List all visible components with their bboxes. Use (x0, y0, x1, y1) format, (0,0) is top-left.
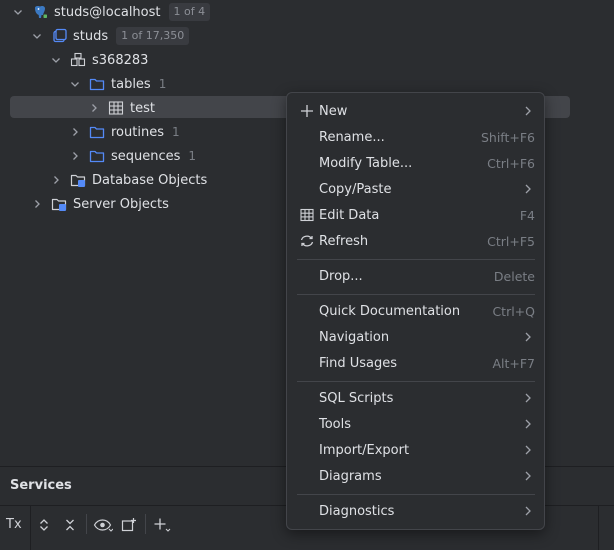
menu-item-label: Diagnostics (319, 503, 395, 519)
submenu-arrow-icon (523, 393, 533, 403)
menu-item-find-usages[interactable]: Find Usages Alt+F7 (295, 351, 537, 375)
collapse-all-icon[interactable] (60, 515, 80, 535)
node-count: 1 (171, 125, 180, 139)
tree-node-label: s368283 (92, 52, 149, 68)
tree-node-label: Server Objects (73, 196, 169, 212)
chevron-down-icon[interactable] (31, 30, 43, 42)
menu-item-label: Quick Documentation (319, 303, 461, 319)
toolbar-divider (30, 506, 31, 550)
menu-item-label: Rename... (319, 129, 385, 145)
tree-node-label: Database Objects (92, 172, 208, 188)
refresh-icon (299, 233, 315, 249)
menu-item-tools[interactable]: Tools (295, 412, 537, 436)
schema-icon (70, 52, 86, 68)
chevron-right-icon[interactable] (50, 174, 62, 186)
database-objects-folder-icon (70, 172, 86, 188)
chevron-down-icon[interactable] (69, 78, 81, 90)
folder-icon (89, 124, 105, 140)
database-icon (51, 28, 67, 44)
tree-node-database[interactable]: studs 1 of 17,350 (0, 24, 614, 48)
menu-separator (297, 381, 535, 382)
plus-icon (299, 103, 315, 119)
menu-item-label: Edit Data (319, 207, 380, 223)
submenu-arrow-icon (523, 471, 533, 481)
menu-item-label: New (319, 103, 348, 119)
menu-item-drop[interactable]: Drop... Delete (295, 264, 537, 288)
chevron-right-icon[interactable] (69, 126, 81, 138)
tree-node-label: studs (73, 28, 109, 44)
menu-item-label: Refresh (319, 233, 369, 249)
node-count: 1 (188, 149, 197, 163)
menu-item-label: Diagrams (319, 468, 382, 484)
postgresql-icon (32, 4, 48, 20)
tree-node-label: studs@localhost (54, 4, 161, 20)
tree-node-datasource[interactable]: studs@localhost 1 of 4 (0, 0, 614, 24)
menu-item-rename[interactable]: Rename... Shift+F6 (295, 125, 537, 149)
services-title: Services (10, 478, 72, 493)
tree-node-label: tables (111, 76, 151, 92)
chevron-right-icon[interactable] (69, 150, 81, 162)
menu-item-label: Modify Table... (319, 155, 413, 171)
menu-item-label: Copy/Paste (319, 181, 392, 197)
tree-node-label: sequences (111, 148, 181, 164)
expand-all-icon[interactable] (34, 515, 54, 535)
menu-item-shortcut: Ctrl+F6 (487, 155, 535, 171)
menu-item-copy-paste[interactable]: Copy/Paste (295, 177, 537, 201)
menu-item-shortcut: F4 (519, 207, 535, 223)
tree-node-label: test (130, 100, 155, 116)
menu-item-label: Find Usages (319, 355, 398, 371)
submenu-arrow-icon (523, 419, 533, 429)
menu-separator (297, 494, 535, 495)
menu-item-edit-data[interactable]: Edit Data F4 (295, 203, 537, 227)
server-objects-folder-icon (51, 196, 67, 212)
submenu-arrow-icon (523, 332, 533, 342)
submenu-arrow-icon (523, 445, 533, 455)
menu-separator (297, 294, 535, 295)
menu-item-quick-documentation[interactable]: Quick Documentation Ctrl+Q (295, 299, 537, 323)
menu-item-shortcut: Alt+F7 (492, 355, 535, 371)
transaction-mode-button[interactable]: Tx (6, 517, 22, 532)
chevron-right-icon[interactable] (88, 102, 100, 114)
panel-divider (598, 505, 599, 550)
folder-icon (89, 148, 105, 164)
menu-item-refresh[interactable]: Refresh Ctrl+F5 (295, 229, 537, 253)
table-icon (299, 207, 315, 223)
menu-item-shortcut: Delete (493, 268, 535, 284)
tree-node-label: routines (111, 124, 164, 140)
folder-icon (89, 76, 105, 92)
view-options-eye-icon[interactable] (93, 515, 113, 535)
menu-item-label: Import/Export (319, 442, 410, 458)
menu-item-shortcut: Shift+F6 (480, 129, 535, 145)
menu-item-diagnostics[interactable]: Diagnostics (295, 499, 537, 523)
tree-node-schema[interactable]: s368283 (0, 48, 614, 72)
menu-item-label: Tools (319, 416, 352, 432)
menu-separator (297, 259, 535, 260)
menu-item-label: SQL Scripts (319, 390, 394, 406)
node-count-badge: 1 of 17,350 (116, 27, 190, 45)
submenu-arrow-icon (523, 184, 533, 194)
toolbar-separator (145, 514, 146, 534)
menu-item-label: Drop... (319, 268, 363, 284)
node-count-badge: 1 of 4 (168, 3, 211, 21)
new-session-icon[interactable] (119, 515, 139, 535)
chevron-down-icon[interactable] (12, 6, 24, 18)
submenu-arrow-icon (523, 506, 533, 516)
menu-item-navigation[interactable]: Navigation (295, 325, 537, 349)
table-icon (108, 100, 124, 116)
menu-item-modify-table[interactable]: Modify Table... Ctrl+F6 (295, 151, 537, 175)
menu-item-shortcut: Ctrl+Q (492, 303, 535, 319)
menu-item-label: Navigation (319, 329, 390, 345)
add-icon[interactable] (152, 515, 172, 535)
menu-item-shortcut: Ctrl+F5 (487, 233, 535, 249)
chevron-right-icon[interactable] (31, 198, 43, 210)
submenu-arrow-icon (523, 106, 533, 116)
context-menu: New Rename... Shift+F6 Modify Table... C… (286, 92, 545, 530)
toolbar-separator (86, 514, 87, 534)
menu-item-new[interactable]: New (295, 99, 537, 123)
node-count: 1 (158, 77, 167, 91)
menu-item-sql-scripts[interactable]: SQL Scripts (295, 386, 537, 410)
menu-item-import-export[interactable]: Import/Export (295, 438, 537, 462)
menu-item-diagrams[interactable]: Diagrams (295, 464, 537, 488)
chevron-down-icon[interactable] (50, 54, 62, 66)
